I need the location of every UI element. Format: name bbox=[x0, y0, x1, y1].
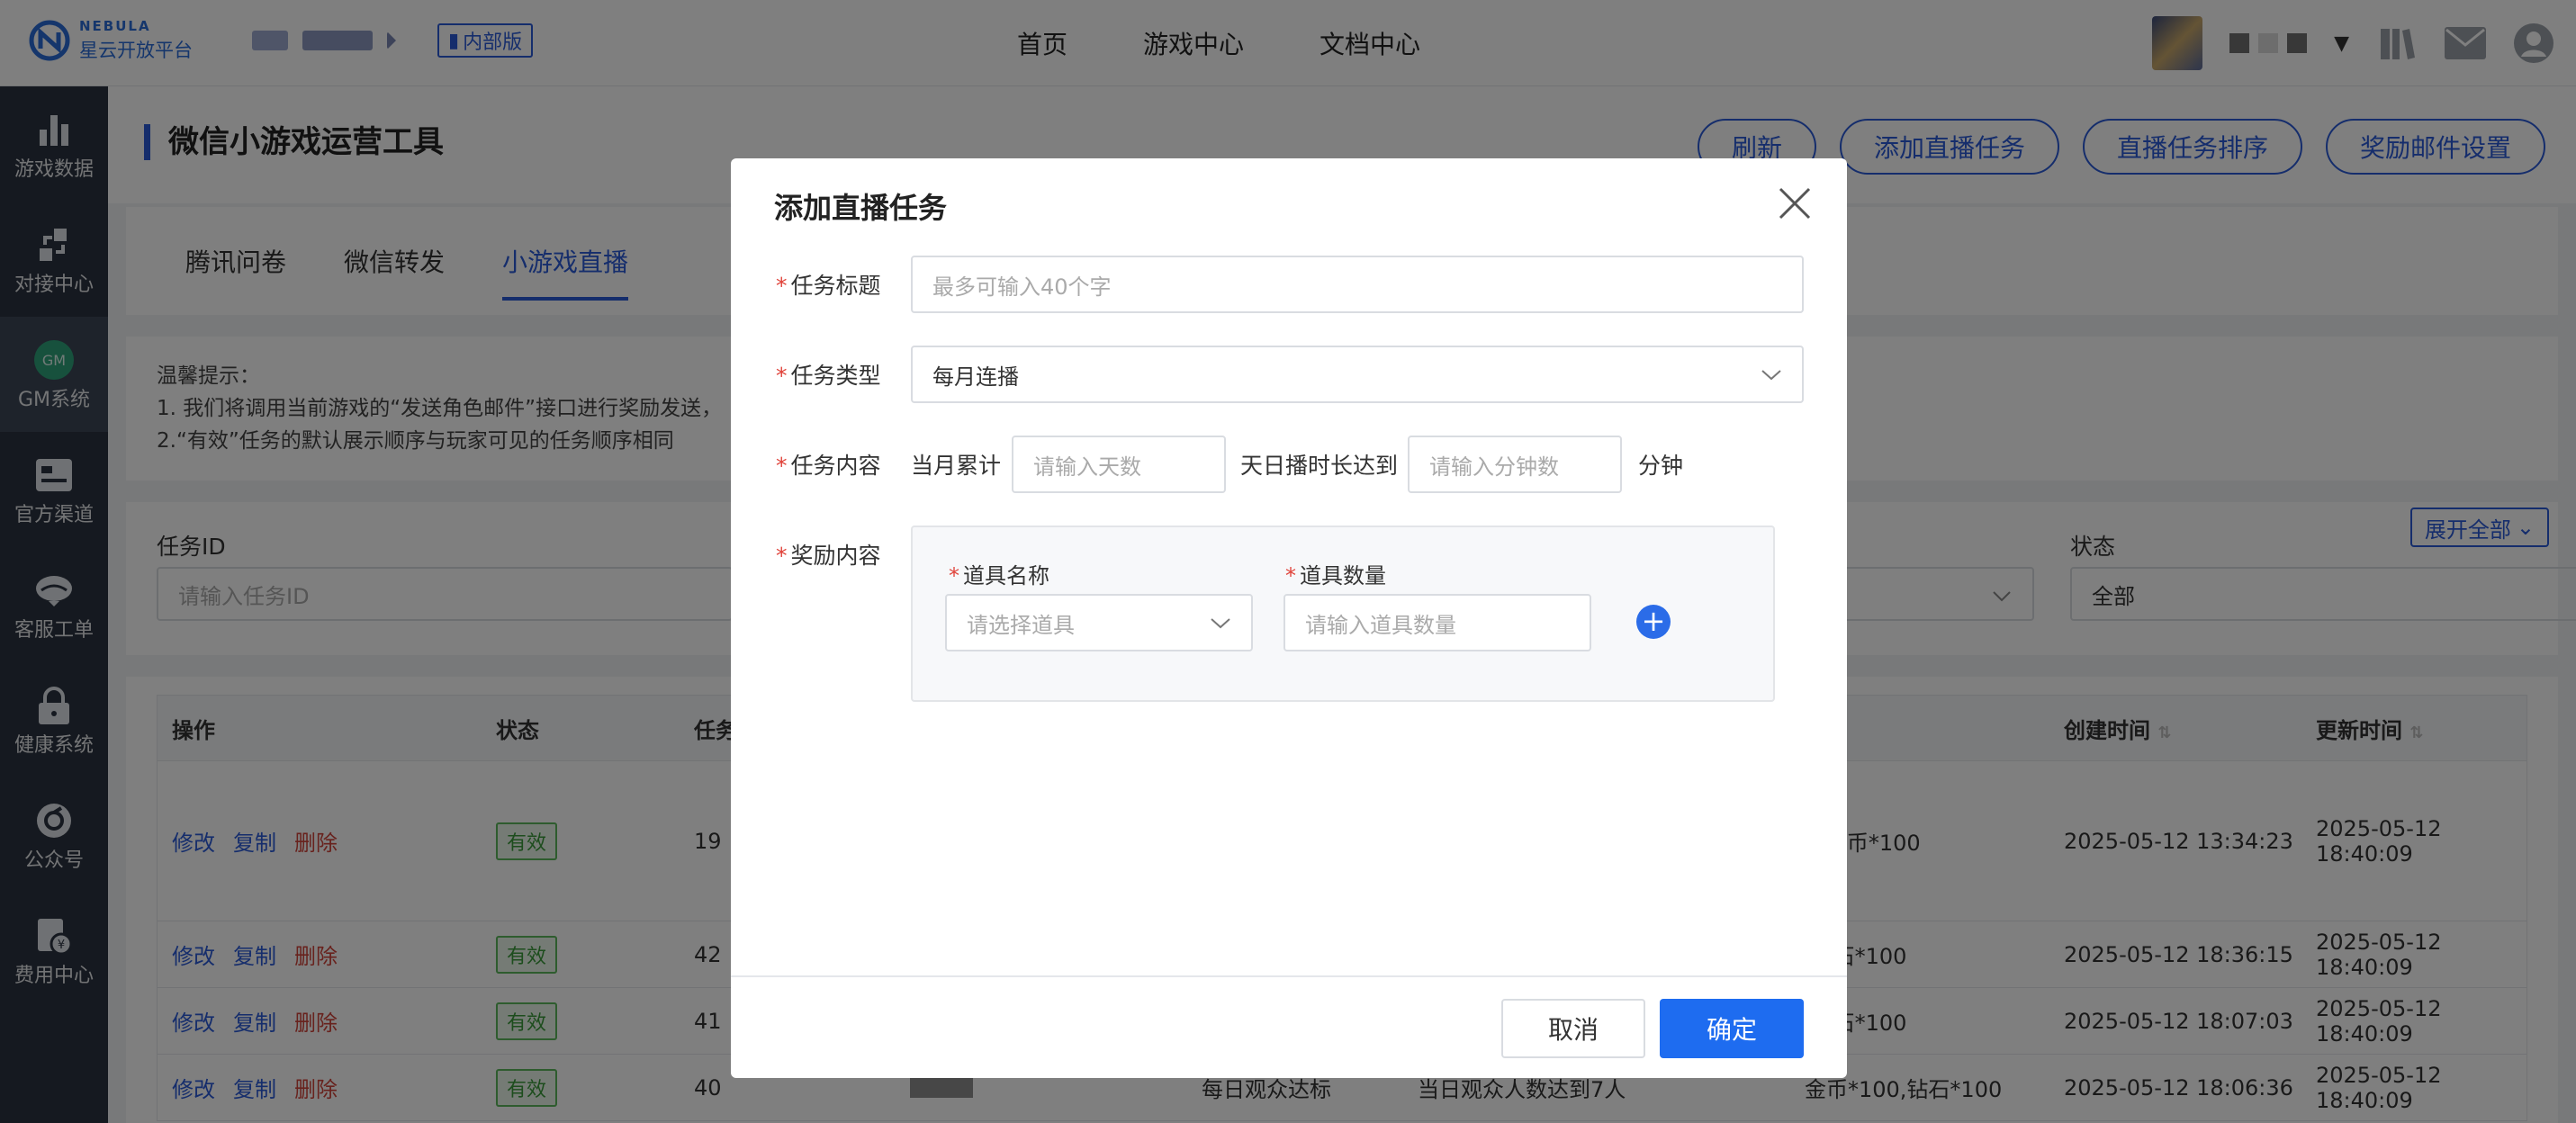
item-name-label-text: 道具名称 bbox=[963, 563, 1049, 588]
content-middle: 天日播时长达到 bbox=[1240, 453, 1399, 479]
item-name-label: * 道具名称 bbox=[949, 563, 1049, 588]
minutes-input[interactable]: 请输入分钟数 bbox=[1408, 436, 1622, 493]
task-title-label: * 任务标题 bbox=[776, 273, 881, 299]
add-item-icon[interactable]: + bbox=[1636, 605, 1671, 639]
content-suffix: 分钟 bbox=[1638, 453, 1684, 479]
days-input[interactable]: 请输入天数 bbox=[1012, 436, 1226, 493]
chevron-down-icon bbox=[1211, 618, 1230, 629]
task-content-label: * 任务内容 bbox=[776, 453, 881, 479]
content-prefix: 当月累计 bbox=[911, 453, 1002, 479]
item-name-select[interactable]: 请选择道具 bbox=[945, 594, 1253, 651]
item-count-label-text: 道具数量 bbox=[1300, 563, 1386, 588]
item-count-label: * 道具数量 bbox=[1285, 563, 1386, 588]
chevron-down-icon bbox=[1761, 370, 1781, 381]
cancel-button[interactable]: 取消 bbox=[1501, 999, 1645, 1058]
task-type-value: 每月连播 bbox=[932, 364, 1019, 390]
reward-item-box: * 道具名称 请选择道具 * 道具数量 请输入道具数量 + bbox=[911, 526, 1775, 702]
task-type-label-text: 任务类型 bbox=[790, 363, 881, 389]
task-type-label: * 任务类型 bbox=[776, 363, 881, 389]
item-count-input[interactable]: 请输入道具数量 bbox=[1283, 594, 1591, 651]
add-live-task-dialog: 添加直播任务 * 任务标题 最多可输入40个字 * 任务类型 每月连播 * 任务内容 … bbox=[731, 158, 1847, 1078]
task-content-label-text: 任务内容 bbox=[790, 453, 881, 479]
dialog-footer-divider bbox=[731, 975, 1847, 977]
close-icon[interactable] bbox=[1773, 185, 1816, 229]
task-title-input[interactable]: 最多可输入40个字 bbox=[911, 256, 1804, 313]
item-name-placeholder: 请选择道具 bbox=[967, 612, 1075, 638]
reward-content-label-text: 奖励内容 bbox=[790, 543, 881, 569]
reward-content-label: * 奖励内容 bbox=[776, 543, 881, 569]
task-title-label-text: 任务标题 bbox=[790, 273, 881, 299]
dialog-title: 添加直播任务 bbox=[774, 191, 948, 225]
task-type-select[interactable]: 每月连播 bbox=[911, 346, 1804, 403]
confirm-button[interactable]: 确定 bbox=[1660, 999, 1804, 1058]
